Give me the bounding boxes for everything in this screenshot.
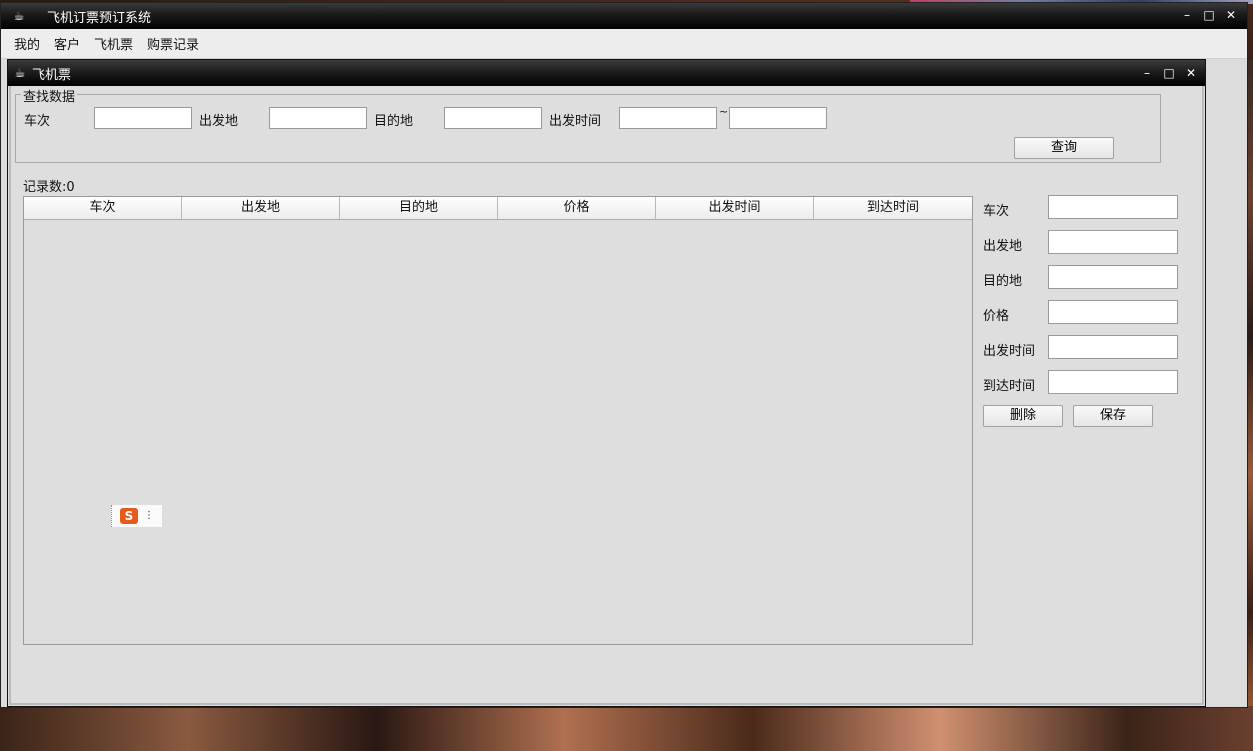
main-titlebar[interactable]: ☕ 飞机订票预订系统 – □ ✕ [1,3,1247,29]
coffee-cup-icon: ☕ [14,66,26,80]
minimize-button[interactable]: – [1179,7,1195,23]
range-separator: ~ [719,105,729,118]
inner-maximize-button[interactable]: □ [1161,65,1177,81]
search-group-legend: 查找数据 [21,86,78,105]
window-controls: – □ ✕ [1179,7,1239,23]
inner-window-controls: – □ ✕ [1139,65,1199,81]
delete-button[interactable]: 删除 [983,405,1063,427]
column-flight-no[interactable]: 车次 [24,197,182,219]
edit-price-label: 价格 [983,309,1010,324]
table-header: 车次 出发地 目的地 价格 出发时间 到达时间 [24,197,972,220]
menu-customer[interactable]: 客户 [47,34,87,53]
edit-destination-input[interactable] [1048,265,1178,289]
edit-arrive-time-label: 到达时间 [983,379,1036,394]
menu-my[interactable]: 我的 [7,34,47,53]
search-departure-label: 出发地 [199,114,239,129]
edit-departure-input[interactable] [1048,230,1178,254]
coffee-cup-icon: ☕ [13,9,25,23]
search-destination-label: 目的地 [374,114,414,129]
close-button[interactable]: ✕ [1223,7,1239,23]
inner-window-title: 飞机票 [32,67,72,83]
search-depart-time-to-input[interactable] [729,107,827,129]
edit-departure-label: 出发地 [983,239,1023,254]
inner-titlebar[interactable]: ☕ 飞机票 – □ ✕ [8,60,1205,86]
sogou-ime-icon[interactable]: S [120,508,138,524]
maximize-button[interactable]: □ [1201,7,1217,23]
edit-flight-no-label: 车次 [983,204,1010,219]
search-flight-no-input[interactable] [94,107,192,129]
edit-price-input[interactable] [1048,300,1178,324]
ime-toolbar[interactable]: S ⋮ [111,505,162,527]
menubar: 我的 客户 飞机票 购票记录 [1,29,1247,59]
edit-depart-time-input[interactable] [1048,335,1178,359]
desktop-background-bottom [0,706,1253,751]
edit-depart-time-label: 出发时间 [983,344,1036,359]
edit-destination-label: 目的地 [983,274,1023,289]
search-depart-time-from-input[interactable] [619,107,717,129]
menu-purchase-records[interactable]: 购票记录 [140,34,206,53]
column-destination[interactable]: 目的地 [340,197,498,219]
edit-arrive-time-input[interactable] [1048,370,1178,394]
search-group: 查找数据 车次 出发地 目的地 出发时间 ~ 查询 [15,86,1161,163]
column-price[interactable]: 价格 [498,197,656,219]
edit-flight-no-input[interactable] [1048,195,1178,219]
ticket-internal-window: ☕ 飞机票 – □ ✕ 查找数据 车次 出发地 目的地 出发时间 ~ 查询 记录… [7,59,1206,707]
search-flight-no-label: 车次 [24,114,51,129]
query-button[interactable]: 查询 [1014,137,1114,159]
save-button[interactable]: 保存 [1073,405,1153,427]
inner-close-button[interactable]: ✕ [1183,65,1199,81]
menu-tickets[interactable]: 飞机票 [87,34,140,53]
tickets-table[interactable]: 车次 出发地 目的地 价格 出发时间 到达时间 S ⋮ [23,196,973,645]
column-arrive-time[interactable]: 到达时间 [814,197,972,219]
inner-minimize-button[interactable]: – [1139,65,1155,81]
inner-window-body: 查找数据 车次 出发地 目的地 出发时间 ~ 查询 记录数:0 车次 出发地 目… [9,86,1204,705]
ime-menu-icon[interactable]: ⋮ [144,511,154,521]
search-departure-input[interactable] [269,107,367,129]
record-count: 记录数:0 [23,180,75,195]
column-depart-time[interactable]: 出发时间 [656,197,814,219]
search-destination-input[interactable] [444,107,542,129]
column-departure[interactable]: 出发地 [182,197,340,219]
window-title: 飞机订票预订系统 [47,10,152,26]
search-depart-time-label: 出发时间 [549,114,602,129]
